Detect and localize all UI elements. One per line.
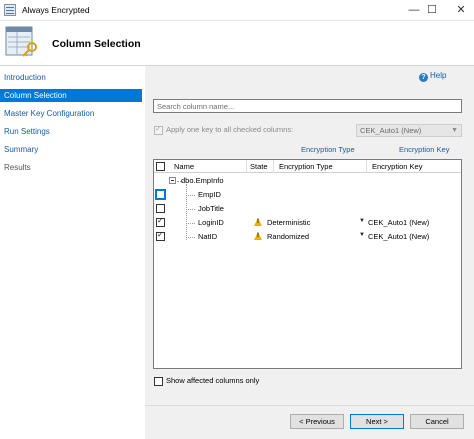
cancel-button[interactable]: Cancel xyxy=(410,414,464,429)
help-icon: ? xyxy=(419,73,428,82)
search-input[interactable] xyxy=(153,99,462,113)
wizard-header: Column Selection xyxy=(0,22,474,65)
column-header-name[interactable]: Name xyxy=(174,160,194,173)
content-panel: ?Help Apply one key to all checked colum… xyxy=(145,66,474,439)
chevron-down-icon: ▼ xyxy=(451,127,458,134)
encryption-type-value[interactable]: Deterministic xyxy=(267,218,310,227)
column-header-state[interactable]: State xyxy=(250,160,268,173)
select-all-checkbox[interactable] xyxy=(156,162,165,171)
tree-connector xyxy=(186,223,195,224)
column-header-encryption-key[interactable]: Encryption Key xyxy=(372,160,422,173)
page-title: Column Selection xyxy=(52,38,141,50)
sidebar-item-column-selection[interactable]: Column Selection xyxy=(0,89,142,102)
header-divider xyxy=(273,160,274,173)
sidebar-item-master-key-configuration[interactable]: Master Key Configuration xyxy=(0,107,142,120)
row-checkbox-loginid[interactable] xyxy=(156,216,165,227)
table-row: EmpID xyxy=(154,188,461,202)
row-checkbox-natid[interactable] xyxy=(156,230,165,241)
close-button[interactable]: ✕ xyxy=(441,0,474,20)
warning-icon xyxy=(254,232,262,240)
table-name: dbo.EmpInfo xyxy=(181,176,224,185)
grid-header: Name State Encryption Type Encryption Ke… xyxy=(154,160,461,173)
sidebar-item-introduction[interactable]: Introduction xyxy=(0,71,142,84)
next-button[interactable]: Next > xyxy=(350,414,404,429)
table-row: LoginID Deterministic ▼ CEK_Auto1 (New) xyxy=(154,216,461,230)
window-title: Always Encrypted xyxy=(22,5,90,15)
header-divider xyxy=(366,160,367,173)
chevron-down-icon[interactable]: ▼ xyxy=(359,232,365,238)
show-affected-label: Show affected columns only xyxy=(166,376,260,385)
previous-button[interactable]: < Previous xyxy=(290,414,344,429)
collapse-icon[interactable] xyxy=(169,177,176,184)
table-row: JobTitle xyxy=(154,202,461,216)
sidebar-item-summary[interactable]: Summary xyxy=(0,143,142,156)
apply-key-dropdown[interactable]: CEK_Auto1 (New) ▼ xyxy=(356,124,462,137)
header-divider xyxy=(246,160,247,173)
show-affected-row: Show affected columns only xyxy=(153,376,353,388)
row-checkbox-empid[interactable] xyxy=(155,189,166,200)
tree-connector xyxy=(186,195,195,196)
table-node-row: dbo.EmpInfo xyxy=(154,174,461,188)
sidebar-item-run-settings[interactable]: Run Settings xyxy=(0,125,142,138)
column-header-encryption-type[interactable]: Encryption Type xyxy=(279,160,333,173)
column-name: JobTitle xyxy=(198,204,224,213)
title-bar: Always Encrypted — ☐ ✕ xyxy=(0,0,474,21)
encryption-key-link[interactable]: Encryption Key xyxy=(399,145,449,154)
encryption-key-value[interactable]: CEK_Auto1 (New) xyxy=(368,232,429,241)
encryption-key-value[interactable]: CEK_Auto1 (New) xyxy=(368,218,429,227)
help-label: Help xyxy=(430,71,447,80)
show-affected-checkbox[interactable] xyxy=(154,377,163,386)
column-name: LoginID xyxy=(198,218,224,227)
sidebar-item-results: Results xyxy=(4,163,31,172)
row-checkbox-jobtitle[interactable] xyxy=(156,204,165,213)
apply-key-label: Apply one key to all checked columns: xyxy=(166,125,294,134)
encryption-type-link[interactable]: Encryption Type xyxy=(301,145,355,154)
apply-key-row: Apply one key to all checked columns: CE… xyxy=(153,124,473,138)
chevron-down-icon[interactable]: ▼ xyxy=(359,218,365,224)
apply-key-checkbox[interactable] xyxy=(154,124,163,135)
wizard-key-icon xyxy=(5,26,37,57)
table-row: NatID Randomized ▼ CEK_Auto1 (New) xyxy=(154,230,461,244)
tree-connector xyxy=(186,237,195,238)
encryption-type-value[interactable]: Randomized xyxy=(267,232,309,241)
warning-icon xyxy=(254,218,262,226)
wizard-steps-sidebar: Introduction Column Selection Master Key… xyxy=(0,66,145,439)
help-link[interactable]: ? Help xyxy=(419,71,446,82)
column-grid: Name State Encryption Type Encryption Ke… xyxy=(153,159,462,369)
app-icon xyxy=(4,4,16,16)
tree-connector xyxy=(186,209,195,210)
column-name: NatID xyxy=(198,232,218,241)
column-name: EmpID xyxy=(198,190,221,199)
footer-divider xyxy=(145,405,474,406)
apply-key-selected: CEK_Auto1 (New) xyxy=(360,126,422,135)
